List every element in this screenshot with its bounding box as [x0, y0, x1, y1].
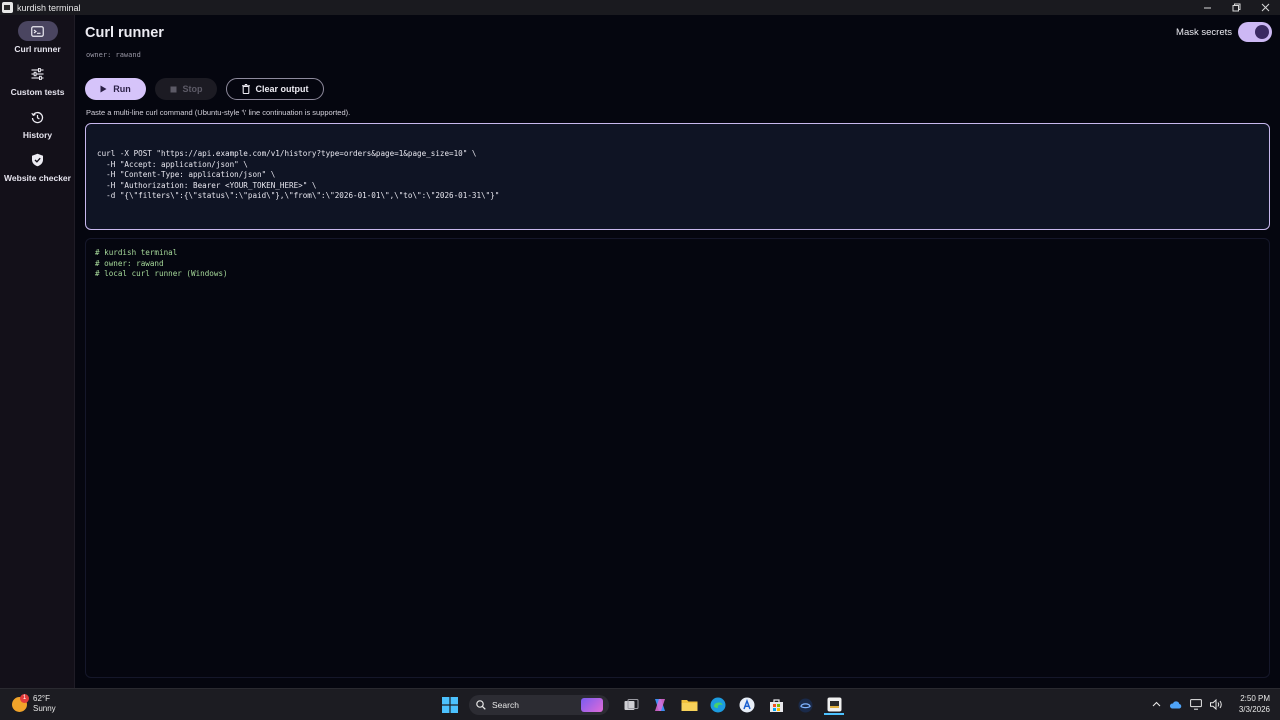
clear-output-button[interactable]: Clear output	[226, 78, 324, 100]
stop-label: Stop	[182, 84, 203, 94]
taskbar: 1 62°F Sunny Search 2:50 PM 3/3/2026	[0, 688, 1280, 720]
command-line: -H "Content-Type: application/json" \	[97, 170, 276, 180]
run-button[interactable]: Run	[85, 78, 146, 100]
close-button[interactable]	[1251, 0, 1280, 15]
restore-icon	[1232, 3, 1241, 12]
edge-icon	[710, 697, 726, 713]
start-button[interactable]	[440, 695, 460, 715]
sidebar-item-label: Website checker	[4, 173, 71, 183]
command-line: -H "Authorization: Bearer <YOUR_TOKEN_HE…	[97, 180, 317, 190]
output-line: # kurdish terminal	[95, 248, 178, 257]
app-icon	[2, 2, 13, 13]
weather-condition: Sunny	[33, 704, 56, 713]
monitor-network-icon	[1189, 698, 1202, 710]
nav-pill	[18, 150, 58, 170]
title-bar: kurdish terminal	[0, 0, 1280, 15]
remote-app-icon	[798, 698, 812, 712]
page-title: Curl runner	[85, 25, 164, 41]
microsoft-store-button[interactable]	[766, 695, 786, 715]
sun-icon: 1	[12, 693, 29, 712]
mask-secrets-toggle[interactable]	[1238, 22, 1272, 42]
system-tray: 2:50 PM 3/3/2026	[1152, 693, 1270, 715]
window-title: kurdish terminal	[17, 2, 81, 13]
owner-label: owner: rawand	[86, 51, 141, 59]
toggle-knob	[1255, 25, 1269, 39]
search-highlight-icon	[581, 698, 603, 712]
output-line: # local curl runner (Windows)	[95, 269, 228, 279]
run-label: Run	[113, 84, 131, 94]
nav-pill	[18, 107, 58, 127]
output-console[interactable]: # kurdish terminal # owner: rawand # loc…	[85, 238, 1270, 678]
edge-button[interactable]	[708, 695, 728, 715]
sidebar: Curl runner Custom tests History Website…	[0, 15, 75, 688]
command-hint: Paste a multi-line curl command (Ubuntu-…	[86, 108, 351, 117]
curl-command-input[interactable]: curl -X POST "https://api.example.com/v1…	[85, 123, 1270, 230]
folder-icon	[681, 700, 697, 711]
weather-text: 62°F Sunny	[33, 694, 56, 714]
restore-button[interactable]	[1222, 0, 1251, 15]
weather-widget[interactable]: 1 62°F Sunny	[12, 693, 56, 714]
minimize-button[interactable]	[1193, 0, 1222, 15]
sidebar-item-history[interactable]: History	[0, 107, 75, 140]
clock-date: 3/3/2026	[1238, 705, 1270, 714]
command-line: curl -X POST "https://api.example.com/v1…	[97, 149, 477, 158]
task-view-icon	[624, 698, 638, 710]
notification-badge: 1	[20, 693, 29, 703]
sidebar-item-label: History	[22, 130, 53, 140]
nav-pill	[18, 64, 58, 84]
sidebar-item-label: Custom tests	[10, 87, 65, 97]
window-controls	[1193, 0, 1280, 15]
weather-temp: 62°F	[33, 694, 50, 703]
sidebar-item-website-checker[interactable]: Website checker	[0, 150, 75, 183]
history-icon	[31, 111, 44, 123]
copilot-button[interactable]	[650, 695, 670, 715]
onedrive-button[interactable]	[1169, 700, 1182, 709]
terminal-icon	[31, 25, 44, 37]
windows-logo-icon	[442, 697, 458, 713]
file-explorer-button[interactable]	[679, 695, 699, 715]
command-line: -H "Accept: application/json" \	[97, 159, 248, 169]
trash-icon	[241, 84, 250, 94]
taskbar-apps: Search	[440, 695, 853, 715]
cloud-icon	[1169, 700, 1182, 708]
task-view-button[interactable]	[621, 695, 641, 715]
volume-button[interactable]	[1209, 698, 1223, 710]
kurdish-terminal-taskbar-button[interactable]	[824, 695, 844, 715]
speaker-icon	[1209, 698, 1222, 710]
output-line: # owner: rawand	[95, 258, 164, 268]
chevron-up-icon	[1152, 701, 1161, 707]
tray-overflow-button[interactable]	[1152, 701, 1161, 707]
play-icon	[100, 85, 107, 93]
network-button[interactable]	[1189, 698, 1202, 710]
remote-app-button[interactable]	[795, 695, 815, 715]
search-placeholder: Search	[492, 700, 519, 710]
mask-secrets-label: Mask secrets	[1176, 26, 1232, 38]
clear-output-label: Clear output	[255, 84, 309, 94]
close-icon	[1261, 3, 1270, 12]
store-bag-icon	[769, 698, 783, 712]
copilot-icon	[655, 699, 665, 711]
shield-check-icon	[32, 153, 43, 167]
stop-icon	[170, 86, 177, 93]
sliders-icon	[31, 68, 44, 80]
stop-button[interactable]: Stop	[155, 78, 217, 100]
terminal-app-icon	[827, 697, 841, 711]
taskbar-search[interactable]: Search	[469, 695, 609, 715]
main-panel: Curl runner owner: rawand Mask secrets R…	[75, 15, 1280, 688]
nav-pill	[17, 21, 58, 41]
taskbar-clock[interactable]: 2:50 PM 3/3/2026	[1239, 693, 1270, 715]
search-icon	[476, 700, 486, 710]
minimize-icon	[1204, 7, 1211, 9]
app-store-a-button[interactable]	[737, 695, 757, 715]
sidebar-item-label: Curl runner	[14, 44, 61, 54]
sidebar-item-custom-tests[interactable]: Custom tests	[0, 64, 75, 97]
command-line: -d "{\"filters\":{\"status\":\"paid\"},\…	[97, 191, 500, 201]
app-a-icon	[739, 697, 755, 713]
sidebar-item-curl-runner[interactable]: Curl runner	[0, 21, 75, 54]
mask-secrets: Mask secrets	[1176, 22, 1272, 42]
clock-time: 2:50 PM	[1240, 694, 1270, 703]
